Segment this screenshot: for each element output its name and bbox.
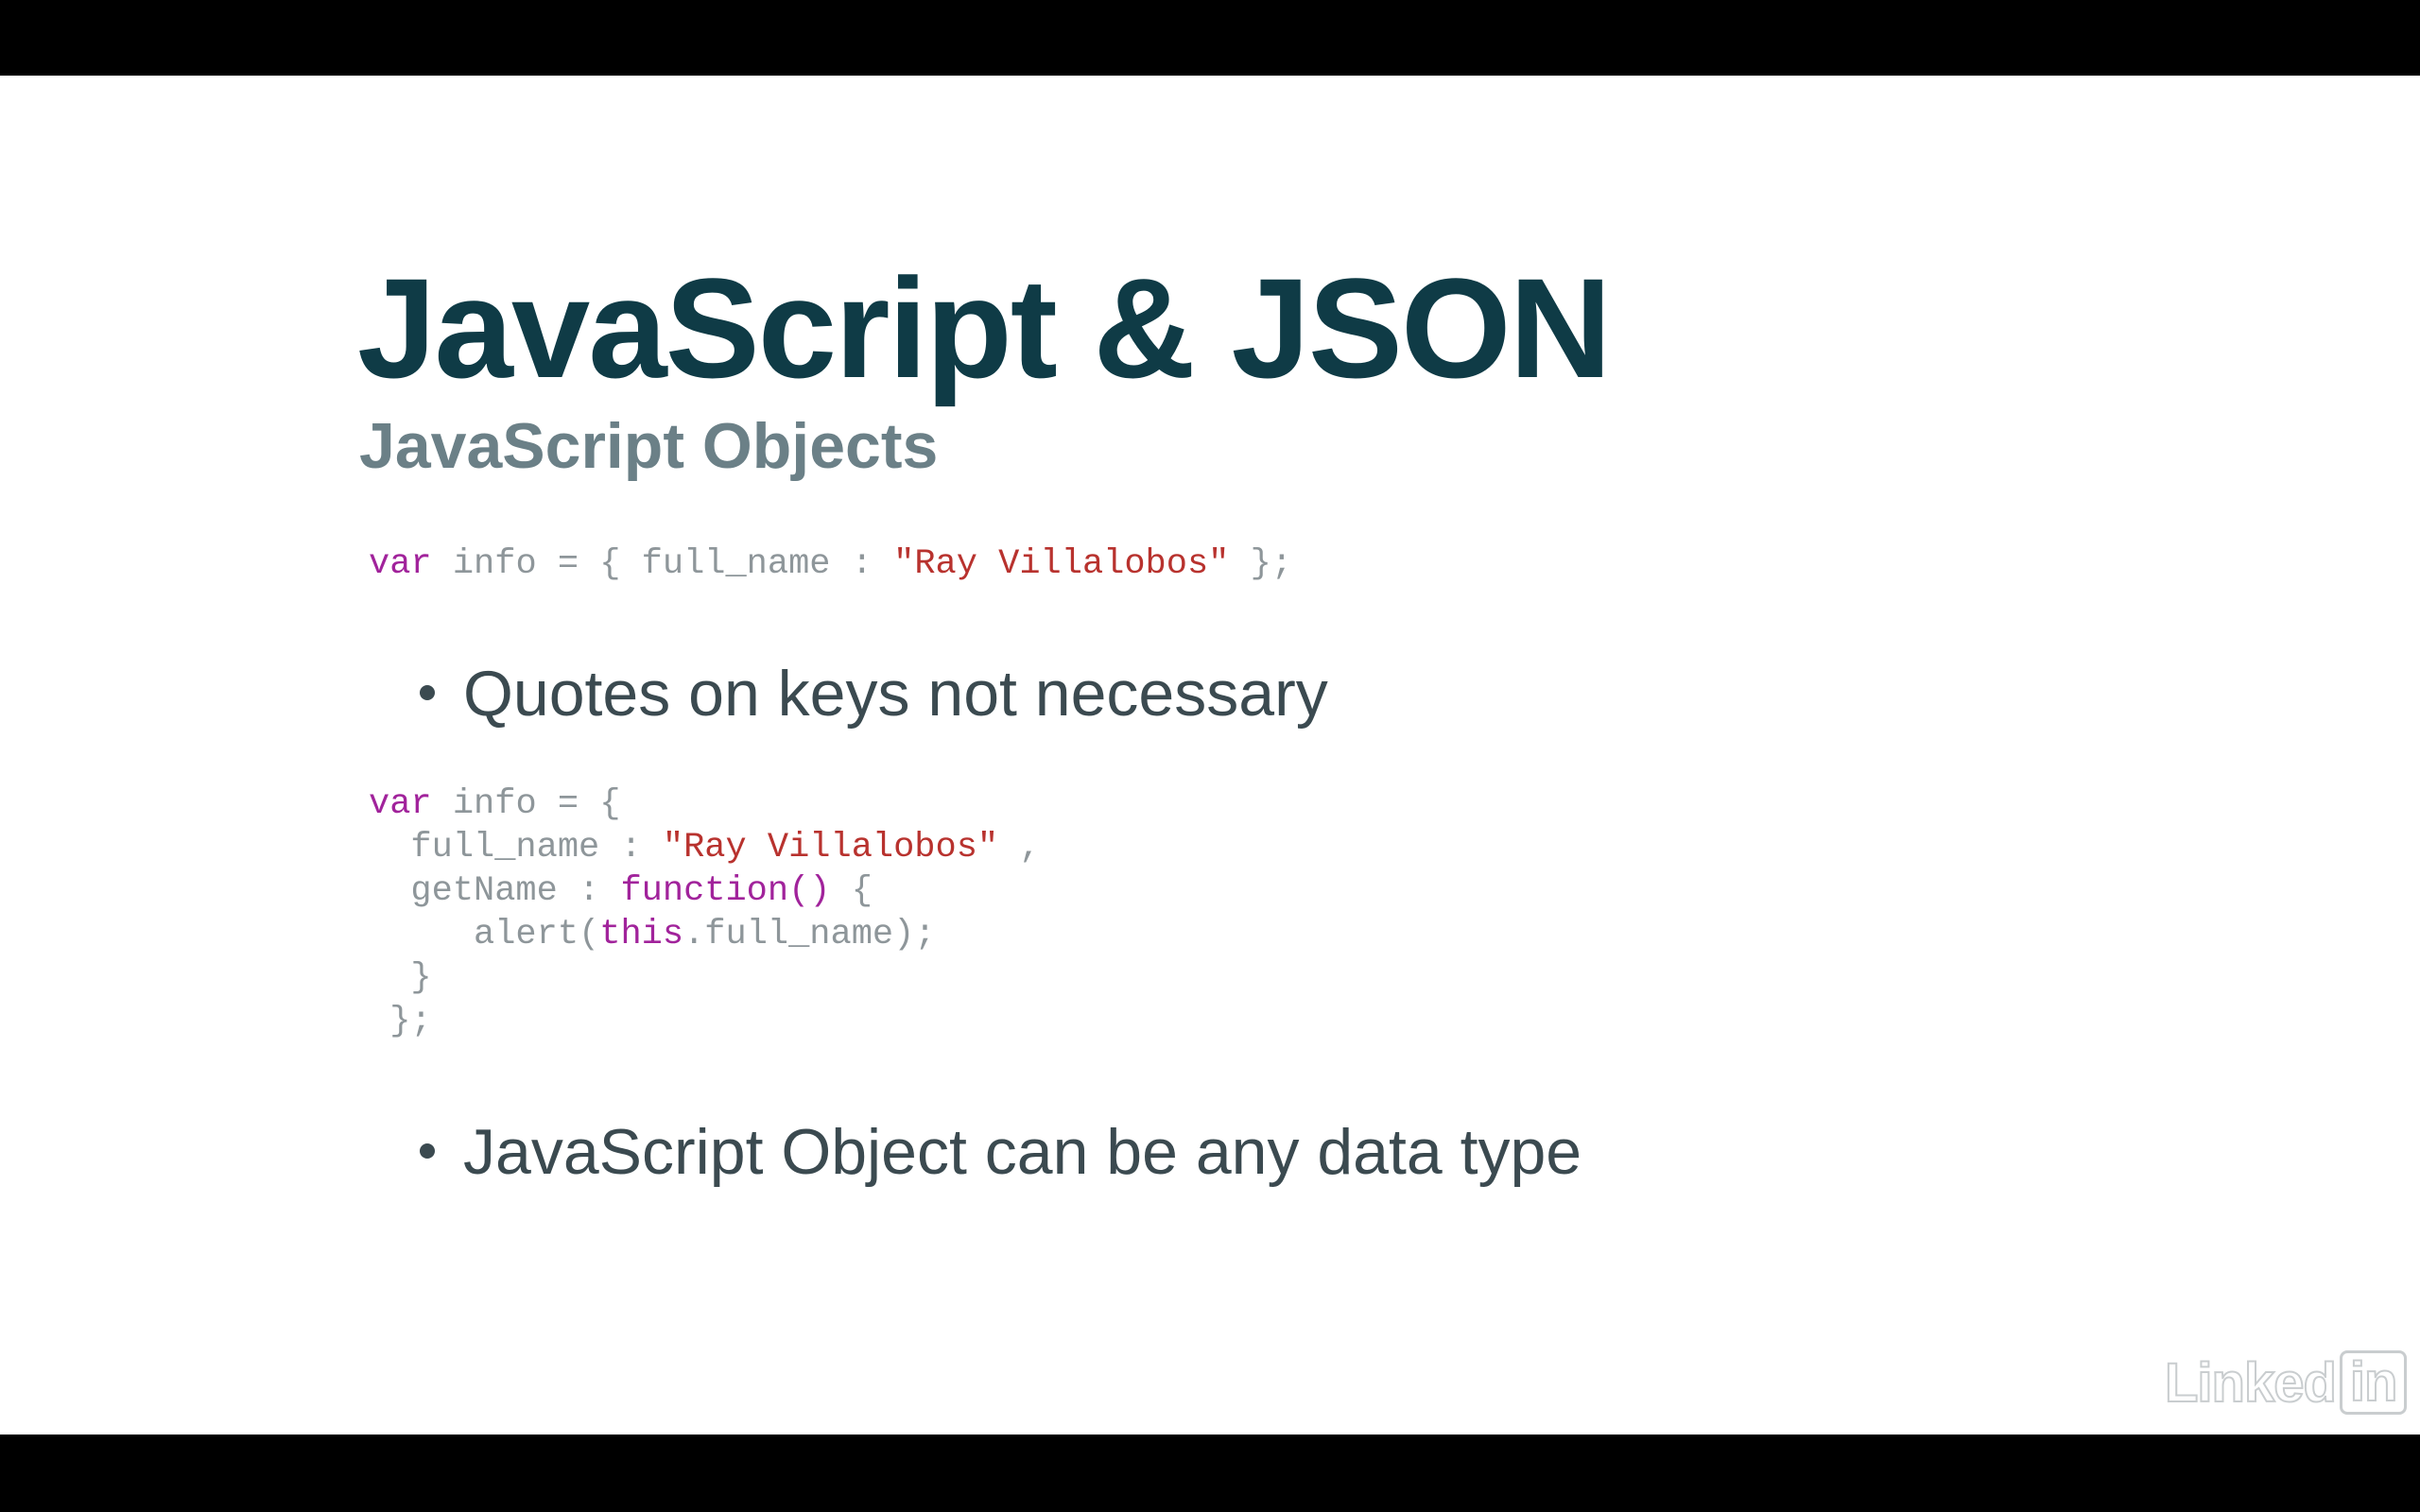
- code-text: }: [369, 958, 432, 998]
- bullet-point-data-type: JavaScript Object can be any data type: [420, 1120, 1582, 1184]
- code-text: getName :: [369, 871, 621, 911]
- bullet-text: Quotes on keys not necessary: [463, 658, 1328, 730]
- code-string-literal: "Ray Villalobos": [662, 828, 999, 868]
- slide-title: JavaScript & JSON: [357, 249, 1612, 407]
- code-keyword-var: var: [369, 544, 432, 584]
- code-sample-single-line: var info = { full_name : "Ray Villalobos…: [369, 542, 1292, 586]
- code-text: .full_name);: [683, 915, 936, 954]
- code-text: info = {: [431, 784, 621, 824]
- logo-box: in: [2339, 1350, 2408, 1415]
- slide-subtitle: JavaScript Objects: [359, 410, 939, 482]
- code-text: info = { full_name :: [431, 544, 894, 584]
- code-sample-multi-line: var info = { full_name : "Ray Villalobos…: [369, 782, 1041, 1043]
- code-string-literal: "Ray Villalobos": [893, 544, 1230, 584]
- code-text: ,: [998, 828, 1041, 868]
- bullet-dot-icon: [420, 1143, 435, 1160]
- letterbox-bottom-bar: [0, 1435, 2420, 1512]
- presentation-slide: JavaScript & JSON JavaScript Objects var…: [0, 76, 2420, 1435]
- code-text: };: [369, 1002, 432, 1041]
- code-keyword-var: var: [369, 784, 432, 824]
- code-text: {: [830, 871, 873, 911]
- bullet-point-quotes: Quotes on keys not necessary: [420, 662, 1328, 726]
- linkedin-logo-icon: Linked in: [2164, 1350, 2408, 1415]
- code-text: alert(: [369, 915, 600, 954]
- code-keyword-this: this: [599, 915, 684, 954]
- logo-wordmark: Linked: [2164, 1351, 2338, 1415]
- bullet-text: JavaScript Object can be any data type: [463, 1116, 1582, 1188]
- code-keyword-function: function(): [620, 871, 831, 911]
- code-text: full_name :: [369, 828, 663, 868]
- bullet-dot-icon: [420, 685, 435, 701]
- letterbox-top-bar: [0, 0, 2420, 76]
- code-text: };: [1229, 544, 1292, 584]
